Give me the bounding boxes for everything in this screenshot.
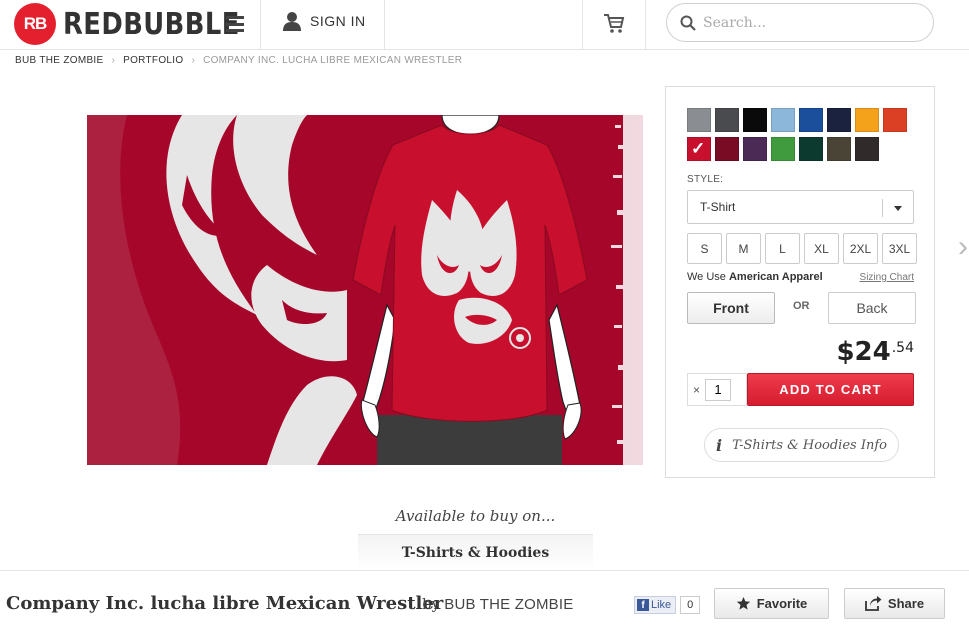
size-button-m[interactable]: M [726,233,761,264]
chevron-down-icon [894,206,902,211]
price-cents: .54 [891,340,914,356]
color-swatch[interactable] [715,108,739,132]
info-icon: i [716,435,723,455]
available-tab-tshirts-hoodies[interactable]: T-Shirts & Hoodies [358,534,593,570]
available-heading: Available to buy on... [395,507,556,525]
color-swatch[interactable] [771,108,795,132]
cart-button[interactable] [603,12,625,39]
site-header: RB REDBUBBLE SIGN IN [0,0,969,50]
color-swatch[interactable] [743,137,767,161]
favorite-button[interactable]: Favorite [714,588,829,619]
size-button-3xl[interactable]: 3XL [882,233,917,264]
apparel-prefix: We Use [687,271,726,283]
facebook-like: f Like 0 [634,596,701,614]
apparel-note: We Use American Apparel [687,271,823,283]
checkmark-icon: ✓ [691,139,706,158]
facebook-icon: f [637,599,649,611]
sign-in-link[interactable]: SIGN IN [282,11,366,31]
artist-credit: by BUB THE ZOMBIE [422,595,573,613]
color-swatch[interactable] [883,108,907,132]
share-button[interactable]: Share [844,588,945,619]
breadcrumb-separator: › [191,55,196,66]
style-label: STYLE: [687,174,724,185]
breadcrumb-separator: › [111,55,116,66]
back-button[interactable]: Back [828,292,916,324]
tshirt-preview-illustration [87,115,643,465]
color-swatch[interactable] [771,137,795,161]
by-label: by [422,595,441,613]
product-preview-image [87,115,643,465]
color-swatch[interactable] [855,137,879,161]
front-button[interactable]: Front [687,292,775,324]
favorite-label: Favorite [756,596,808,611]
header-divider [384,0,385,50]
size-options: S M L XL 2XL 3XL [687,233,917,264]
print-side-selector: Front OR Back [687,292,916,325]
price: $24 .54 [836,337,914,367]
quantity-row: × ADD TO CART [687,373,914,406]
breadcrumb-portfolio-link[interactable]: PORTFOLIO [123,55,183,66]
header-divider [582,0,583,50]
cart-icon [604,14,625,33]
logo-text: REDBUBBLE [63,6,240,42]
dropdown-divider [882,199,883,217]
color-swatch[interactable] [799,108,823,132]
color-swatch[interactable] [827,137,851,161]
style-dropdown[interactable]: T-Shirt [687,190,914,224]
breadcrumb: BUB THE ZOMBIE › PORTFOLIO › COMPANY INC… [15,55,462,66]
add-to-cart-button[interactable]: ADD TO CART [747,373,914,406]
user-icon [283,12,301,31]
menu-icon[interactable] [226,16,244,32]
facebook-like-count: 0 [680,596,701,614]
search-input[interactable] [703,14,913,31]
apparel-brand: American Apparel [728,271,823,283]
color-swatch[interactable] [827,108,851,132]
search-box[interactable] [666,3,934,42]
size-button-s[interactable]: S [687,233,722,264]
share-icon [865,596,882,611]
star-icon [736,596,750,610]
quantity-input[interactable] [705,378,732,401]
work-info-bar: Company Inc. lucha libre Mexican Wrestle… [0,570,969,627]
logo-mark: RB [14,3,56,45]
style-value: T-Shirt [700,200,736,214]
purchase-panel: ✓ STYLE: T-Shirt S M L XL 2XL 3XL We Use… [665,86,935,478]
breadcrumb-artist-link[interactable]: BUB THE ZOMBIE [15,55,103,66]
color-swatch[interactable]: ✓ [685,135,713,163]
size-button-xl[interactable]: XL [804,233,839,264]
facebook-like-button[interactable]: f Like [634,596,677,614]
header-divider [645,0,646,50]
share-label: Share [887,596,925,611]
quantity-x: × [693,382,701,397]
quantity-box: × [687,373,747,406]
sign-in-label: SIGN IN [310,13,366,29]
color-swatch[interactable] [687,108,711,132]
price-dollars: $24 [836,337,891,367]
work-title: Company Inc. lucha libre Mexican Wrestle… [6,593,444,614]
search-icon [680,15,696,31]
facebook-like-label: Like [651,599,672,611]
size-button-l[interactable]: L [765,233,800,264]
color-swatch[interactable] [855,108,879,132]
breadcrumb-current: COMPANY INC. LUCHA LIBRE MEXICAN WRESTLE… [203,55,463,66]
chevron-right-icon[interactable]: › [958,230,969,266]
tshirts-hoodies-info-button[interactable]: i T-Shirts & Hoodies Info [704,428,899,462]
or-label: OR [793,300,810,312]
size-button-2xl[interactable]: 2XL [843,233,878,264]
color-swatch[interactable] [799,137,823,161]
color-swatches: ✓ [685,108,907,163]
color-swatch[interactable] [743,108,767,132]
info-label: T-Shirts & Hoodies Info [732,437,887,453]
color-swatch[interactable] [715,137,739,161]
header-divider [260,0,261,50]
artist-link[interactable]: BUB THE ZOMBIE [444,596,573,613]
sizing-chart-link[interactable]: Sizing Chart [860,272,914,283]
